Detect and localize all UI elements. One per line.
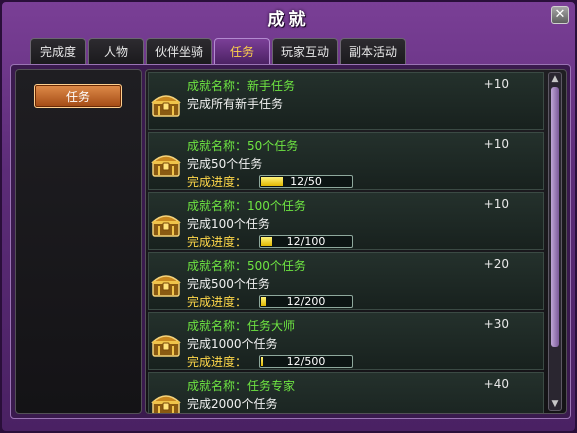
achievement-points: +40 bbox=[483, 377, 509, 391]
treasure-chest-icon bbox=[151, 89, 181, 119]
achievement-description: 完成100个任务 bbox=[187, 217, 270, 231]
achievement-description: 完成500个任务 bbox=[187, 277, 270, 291]
achievement-description: 完成2000个任务 bbox=[187, 397, 278, 411]
tab-partner-mount[interactable]: 伙伴坐骑 bbox=[146, 38, 213, 64]
progress-label: 完成进度： bbox=[187, 235, 248, 249]
achievement-name: 成就名称：50个任务 bbox=[187, 137, 298, 154]
progress-row: 完成进度： 12/100 bbox=[187, 233, 353, 250]
category-panel: 任务 bbox=[15, 69, 142, 414]
title-bar: 成就 ✕ bbox=[2, 2, 575, 32]
achievement-name-label: 成就名称： bbox=[187, 199, 248, 213]
category-button-quests[interactable]: 任务 bbox=[34, 84, 122, 108]
achievement-name-value: 50个任务 bbox=[247, 139, 299, 153]
achievement-list: 成就名称：新手任务 +10 完成所有新手任务 成就名称：50个任务 +10 完成50个任务… bbox=[148, 72, 544, 413]
progress-row: 完成进度： 12/50 bbox=[187, 173, 353, 190]
close-button[interactable]: ✕ bbox=[551, 6, 569, 24]
achievement-description: 完成1000个任务 bbox=[187, 337, 278, 351]
tab-dungeon-events[interactable]: 副本活动 bbox=[340, 38, 407, 64]
window-title: 成就 bbox=[267, 9, 310, 30]
progress-row: 完成进度： 12/500 bbox=[187, 353, 353, 370]
achievement-name-value: 任务专家 bbox=[247, 379, 296, 393]
achievement-item[interactable]: 成就名称：50个任务 +10 完成50个任务 完成进度： 12/50 bbox=[148, 132, 544, 190]
treasure-chest-icon bbox=[151, 329, 181, 359]
achievement-name-value: 100个任务 bbox=[247, 199, 306, 213]
achievement-points: +10 bbox=[483, 77, 509, 91]
achievement-name-label: 成就名称： bbox=[187, 379, 248, 393]
progress-label: 完成进度： bbox=[187, 175, 248, 189]
scrollbar[interactable]: ▲ ▼ bbox=[548, 72, 562, 411]
tab-completion[interactable]: 完成度 bbox=[30, 38, 86, 64]
achievement-name-label: 成就名称： bbox=[187, 319, 248, 333]
achievement-points: +30 bbox=[483, 317, 509, 331]
achievement-points: +10 bbox=[483, 197, 509, 211]
progress-bar: 12/100 bbox=[259, 235, 353, 248]
content-area: 任务 成就名称：新手任务 +10 完成所有新手任务 成就名称：50个任务 +10 完成50… bbox=[10, 64, 571, 419]
scroll-thumb[interactable] bbox=[551, 87, 559, 347]
achievement-list-panel: 成就名称：新手任务 +10 完成所有新手任务 成就名称：50个任务 +10 完成50个任务… bbox=[145, 69, 567, 414]
achievement-name-label: 成就名称： bbox=[187, 139, 248, 153]
progress-text: 12/200 bbox=[286, 295, 326, 308]
achievement-name-value: 500个任务 bbox=[247, 259, 306, 273]
treasure-chest-icon bbox=[151, 269, 181, 299]
tab-player-interaction[interactable]: 玩家互动 bbox=[272, 38, 339, 64]
progress-bar: 12/50 bbox=[259, 175, 353, 188]
progress-bar: 12/500 bbox=[259, 355, 353, 368]
achievement-name-value: 新手任务 bbox=[247, 79, 296, 93]
achievement-name-value: 任务大师 bbox=[247, 319, 296, 333]
achievement-name: 成就名称：任务大师 bbox=[187, 317, 295, 334]
close-icon: ✕ bbox=[554, 7, 566, 22]
achievement-name-label: 成就名称： bbox=[187, 79, 248, 93]
achievement-points: +10 bbox=[483, 137, 509, 151]
tab-character[interactable]: 人物 bbox=[88, 38, 144, 64]
tab-quests[interactable]: 任务 bbox=[214, 38, 271, 64]
progress-text: 12/100 bbox=[286, 235, 326, 248]
treasure-chest-icon bbox=[151, 209, 181, 239]
achievement-item[interactable]: 成就名称：任务专家 +40 完成2000个任务 bbox=[148, 372, 544, 413]
achievement-name: 成就名称：500个任务 bbox=[187, 257, 306, 274]
scroll-up-icon[interactable]: ▲ bbox=[550, 74, 560, 84]
progress-bar: 12/200 bbox=[259, 295, 353, 308]
achievement-description: 完成所有新手任务 bbox=[187, 97, 284, 111]
progress-label: 完成进度： bbox=[187, 295, 248, 309]
achievement-item[interactable]: 成就名称：100个任务 +10 完成100个任务 完成进度： 12/100 bbox=[148, 192, 544, 250]
achievement-description: 完成50个任务 bbox=[187, 157, 263, 171]
achievement-points: +20 bbox=[483, 257, 509, 271]
treasure-chest-icon bbox=[151, 389, 181, 413]
achievement-item[interactable]: 成就名称：任务大师 +30 完成1000个任务 完成进度： 12/500 bbox=[148, 312, 544, 370]
tab-bar: 完成度 人物 伙伴坐骑 任务 玩家互动 副本活动 bbox=[30, 38, 407, 64]
achievement-name: 成就名称：新手任务 bbox=[187, 77, 295, 94]
treasure-chest-icon bbox=[151, 149, 181, 179]
achievement-window: 成就 ✕ 完成度 人物 伙伴坐骑 任务 玩家互动 副本活动 任务 成就名称：新手任务 +10… bbox=[0, 0, 577, 433]
achievement-item[interactable]: 成就名称：500个任务 +20 完成500个任务 完成进度： 12/200 bbox=[148, 252, 544, 310]
achievement-name-label: 成就名称： bbox=[187, 259, 248, 273]
achievement-name: 成就名称：100个任务 bbox=[187, 197, 306, 214]
progress-text: 12/500 bbox=[286, 355, 326, 368]
achievement-item[interactable]: 成就名称：新手任务 +10 完成所有新手任务 bbox=[148, 72, 544, 130]
scroll-down-icon[interactable]: ▼ bbox=[550, 399, 560, 409]
progress-label: 完成进度： bbox=[187, 355, 248, 369]
progress-row: 完成进度： 12/200 bbox=[187, 293, 353, 310]
achievement-name: 成就名称：任务专家 bbox=[187, 377, 295, 394]
progress-text: 12/50 bbox=[290, 175, 322, 188]
